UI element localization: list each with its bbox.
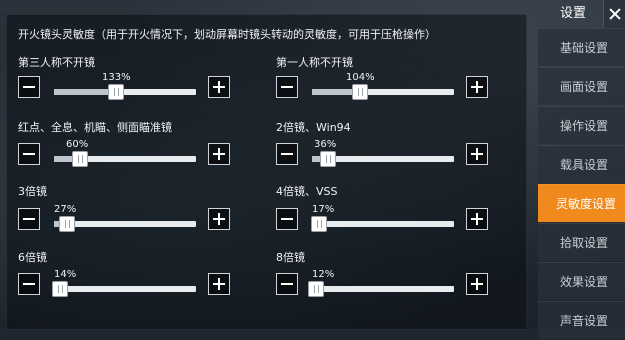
slider-block: 第三人称不开镜 133% <box>18 54 238 104</box>
nav-item-vehicle[interactable]: 载具设置 <box>538 145 625 183</box>
slider-track[interactable] <box>311 216 454 232</box>
section-title: 开火镜头灵敏度（用于开火情况下，划动屏幕时镜头转动的灵敏度，可用于压枪操作） <box>18 28 436 41</box>
slider-track[interactable] <box>308 281 454 297</box>
slider-thumb[interactable] <box>320 151 336 167</box>
increase-button[interactable] <box>466 208 488 230</box>
slider-value: 104% <box>346 72 375 83</box>
nav-item-effects[interactable]: 效果设置 <box>538 262 625 300</box>
slider-block: 8倍镜 12% <box>276 249 496 299</box>
slider-thumb[interactable] <box>308 281 324 297</box>
nav-item-sensitivity[interactable]: 灵敏度设置 <box>538 184 625 222</box>
slider-thumb[interactable] <box>352 84 368 100</box>
slider-block: 第一人称不开镜 104% <box>276 54 496 104</box>
decrease-button[interactable] <box>18 143 40 165</box>
slider-thumb[interactable] <box>72 151 88 167</box>
nav-item-basic[interactable]: 基础设置 <box>538 28 625 66</box>
slider-block: 红点、全息、机瞄、侧面瞄准镜 60% <box>18 119 238 169</box>
slider-thumb[interactable] <box>311 216 327 232</box>
slider-label: 8倍镜 <box>276 251 305 264</box>
slider-value: 36% <box>314 139 337 150</box>
decrease-button[interactable] <box>276 143 298 165</box>
slider-track[interactable] <box>52 281 196 297</box>
slider-track[interactable] <box>54 216 196 232</box>
slider-value: 12% <box>312 269 335 280</box>
slider-label: 4倍镜、VSS <box>276 185 338 198</box>
slider-block: 2倍镜、Win94 36% <box>276 119 496 169</box>
increase-button[interactable] <box>208 76 230 98</box>
decrease-button[interactable] <box>18 208 40 230</box>
slider-label: 红点、全息、机瞄、侧面瞄准镜 <box>18 121 172 134</box>
nav-item-controls[interactable]: 操作设置 <box>538 106 625 144</box>
slider-label: 第一人称不开镜 <box>276 56 353 69</box>
slider-track[interactable] <box>312 84 454 100</box>
slider-thumb[interactable] <box>59 216 75 232</box>
increase-button[interactable] <box>208 273 230 295</box>
increase-button[interactable] <box>466 143 488 165</box>
slider-track[interactable] <box>312 151 454 167</box>
nav-item-sound[interactable]: 声音设置 <box>538 301 625 339</box>
slider-track[interactable] <box>54 151 196 167</box>
slider-block: 3倍镜 27% <box>18 183 238 233</box>
nav-item-pickup[interactable]: 拾取设置 <box>538 223 625 261</box>
slider-value: 133% <box>102 72 131 83</box>
slider-label: 6倍镜 <box>18 251 47 264</box>
increase-button[interactable] <box>466 273 488 295</box>
slider-value: 17% <box>312 204 335 215</box>
slider-block: 4倍镜、VSS 17% <box>276 183 496 233</box>
decrease-button[interactable] <box>276 76 298 98</box>
decrease-button[interactable] <box>18 273 40 295</box>
slider-track[interactable] <box>54 84 196 100</box>
slider-label: 3倍镜 <box>18 185 47 198</box>
settings-nav: 基础设置 画面设置 操作设置 载具设置 灵敏度设置 拾取设置 效果设置 声音设置 <box>538 28 625 340</box>
slider-value: 14% <box>54 269 77 280</box>
decrease-button[interactable] <box>276 208 298 230</box>
slider-fill <box>54 89 116 95</box>
slider-label: 2倍镜、Win94 <box>276 121 351 134</box>
slider-value: 60% <box>66 139 89 150</box>
decrease-button[interactable] <box>18 76 40 98</box>
slider-label: 第三人称不开镜 <box>18 56 95 69</box>
slider-value: 27% <box>54 204 77 215</box>
increase-button[interactable] <box>208 143 230 165</box>
decrease-button[interactable] <box>276 273 298 295</box>
slider-thumb[interactable] <box>52 281 68 297</box>
increase-button[interactable] <box>208 208 230 230</box>
slider-thumb[interactable] <box>108 84 124 100</box>
nav-item-graphics[interactable]: 画面设置 <box>538 67 625 105</box>
increase-button[interactable] <box>466 76 488 98</box>
slider-block: 6倍镜 14% <box>18 249 238 299</box>
close-icon[interactable] <box>603 0 625 28</box>
